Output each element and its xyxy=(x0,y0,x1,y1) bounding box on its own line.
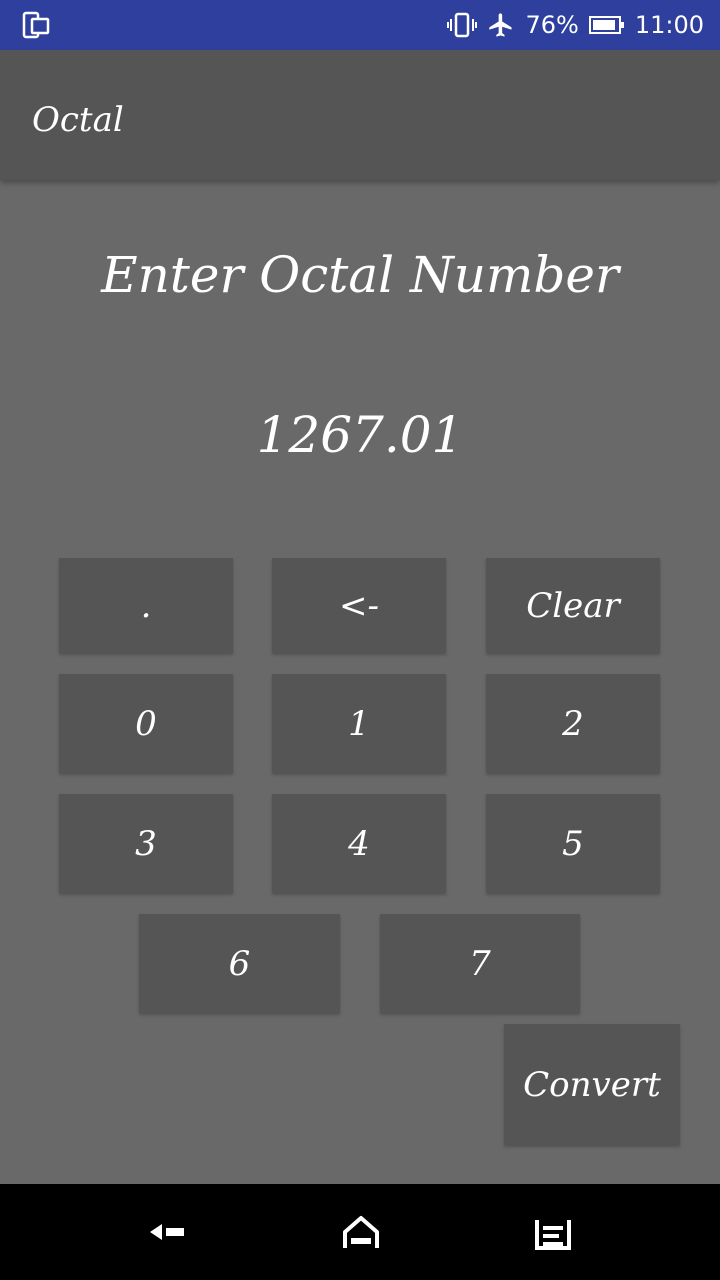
octal-input-display: 1267.01 xyxy=(256,406,464,464)
prompt-label: Enter Octal Number xyxy=(101,246,619,304)
convert-button[interactable]: Convert xyxy=(504,1024,680,1145)
digit-4-button[interactable]: 4 xyxy=(272,794,446,893)
screen-mirror-icon xyxy=(22,11,50,39)
back-icon[interactable] xyxy=(148,1212,188,1252)
status-bar: 76% 11:00 xyxy=(0,0,720,50)
vibrate-icon xyxy=(447,12,478,38)
digit-0-button[interactable]: 0 xyxy=(59,674,233,773)
status-icons: 76% 11:00 xyxy=(447,0,704,50)
clear-button[interactable]: Clear xyxy=(486,558,660,653)
digit-2-button[interactable]: 2 xyxy=(486,674,660,773)
battery-percent: 76% xyxy=(525,11,579,39)
battery-icon xyxy=(588,16,624,34)
digit-3-button[interactable]: 3 xyxy=(59,794,233,893)
navigation-bar xyxy=(0,1184,720,1280)
digit-6-button[interactable]: 6 xyxy=(139,914,340,1013)
digit-1-button[interactable]: 1 xyxy=(272,674,446,773)
app-bar: Octal xyxy=(0,50,720,180)
digit-7-button[interactable]: 7 xyxy=(380,914,580,1013)
airplane-mode-icon xyxy=(489,13,512,37)
backspace-button[interactable]: <- xyxy=(272,558,446,653)
decimal-point-button[interactable]: . xyxy=(59,558,233,653)
clock: 11:00 xyxy=(634,11,704,39)
app-title: Octal xyxy=(32,100,124,140)
recents-icon[interactable] xyxy=(533,1212,573,1252)
digit-5-button[interactable]: 5 xyxy=(486,794,660,893)
home-icon[interactable] xyxy=(341,1212,381,1252)
